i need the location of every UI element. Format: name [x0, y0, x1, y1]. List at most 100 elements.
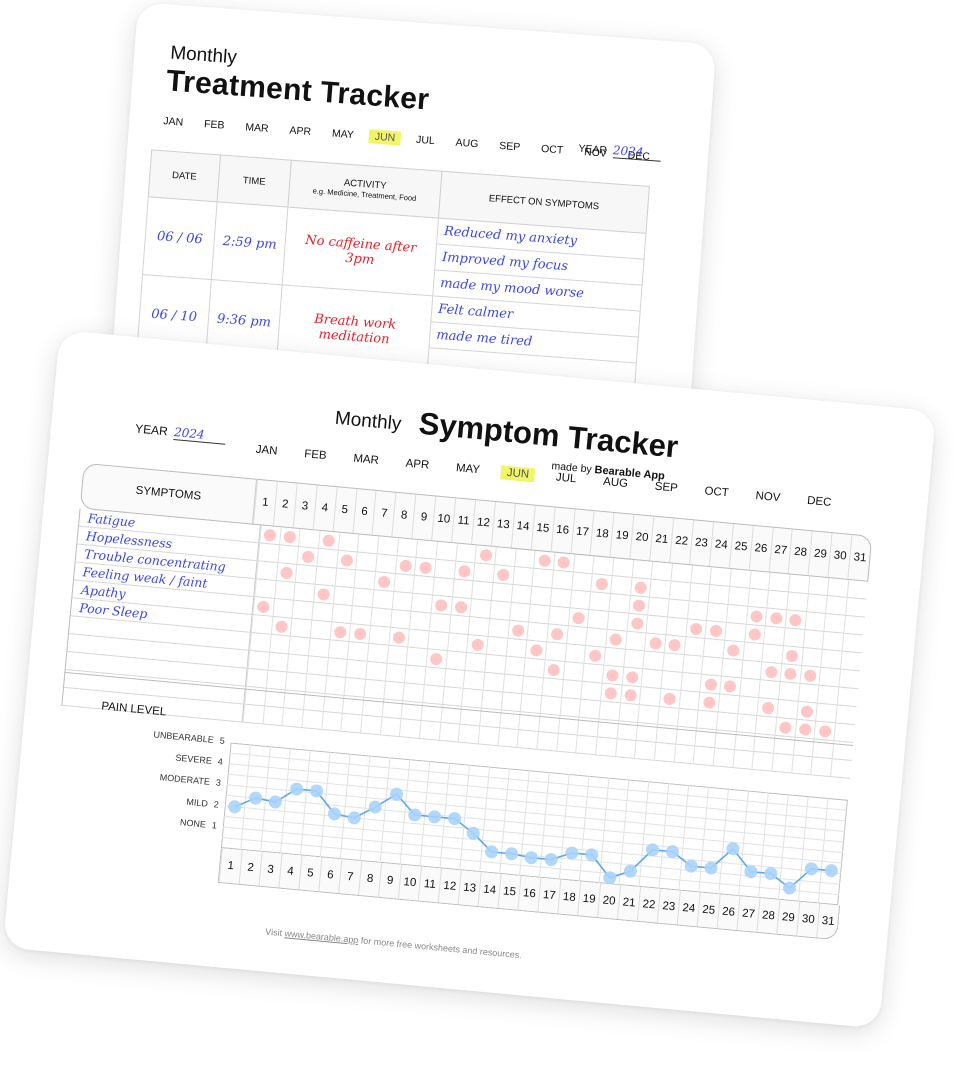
symptom-cell[interactable]	[327, 640, 349, 659]
symptom-cell[interactable]	[252, 597, 274, 616]
symptom-cell[interactable]	[512, 566, 534, 586]
symptom-cell[interactable]	[766, 590, 789, 610]
symptom-cell[interactable]	[778, 681, 800, 701]
symptom-cell[interactable]	[343, 677, 366, 697]
month-mar[interactable]: MAR	[239, 120, 275, 137]
symptom-cell[interactable]	[306, 656, 328, 676]
symptom-cell[interactable]	[461, 688, 483, 708]
symptom-cell[interactable]	[453, 561, 475, 581]
symptom-cell[interactable]	[564, 644, 586, 663]
symptom-cell[interactable]	[799, 665, 821, 685]
symptom-cell[interactable]	[368, 625, 390, 645]
symptom-year-value[interactable]: 2024	[173, 425, 227, 445]
symptom-cell[interactable]	[797, 683, 819, 703]
symptom-cell[interactable]	[815, 703, 837, 723]
symptom-cell[interactable]	[559, 697, 581, 717]
symptom-cell[interactable]	[311, 602, 333, 622]
symptom-cell[interactable]	[663, 635, 686, 654]
symptom-cell[interactable]	[650, 561, 673, 581]
symptom-cell[interactable]	[658, 689, 681, 708]
symptom-cell[interactable]	[295, 564, 317, 584]
symptom-cell[interactable]	[482, 672, 504, 692]
symptom-cell[interactable]	[756, 698, 779, 717]
symptom-cell[interactable]	[508, 602, 531, 622]
symptom-cell[interactable]	[539, 696, 561, 715]
symptom-cell[interactable]	[807, 576, 829, 596]
symptom-cell[interactable]	[729, 568, 751, 588]
symptom-cell[interactable]	[760, 662, 782, 681]
month-jan[interactable]: JAN	[249, 442, 284, 459]
symptom-cell[interactable]	[592, 556, 614, 576]
symptom-cell[interactable]	[598, 701, 620, 721]
symptom-cell[interactable]	[526, 622, 548, 642]
symptom-cell[interactable]	[386, 645, 408, 665]
symptom-cell[interactable]	[533, 550, 555, 570]
symptom-cell[interactable]	[776, 699, 798, 719]
symptom-cell[interactable]	[402, 683, 424, 703]
symptom-cell[interactable]	[546, 624, 568, 644]
symptom-cell[interactable]	[703, 638, 725, 658]
symptom-cell[interactable]	[683, 637, 705, 656]
symptom-cell[interactable]	[389, 609, 411, 629]
symptom-cell[interactable]	[365, 661, 387, 681]
symptom-cell[interactable]	[296, 546, 318, 566]
symptom-cell[interactable]	[570, 572, 593, 592]
symptom-cell[interactable]	[324, 676, 346, 695]
symptom-cell[interactable]	[572, 554, 594, 574]
symptom-cell[interactable]	[804, 612, 826, 631]
symptom-cell[interactable]	[489, 600, 511, 620]
symptom-cell[interactable]	[410, 593, 433, 613]
symptom-cell[interactable]	[528, 604, 550, 624]
symptom-cell[interactable]	[823, 613, 846, 633]
symptom-cell[interactable]	[569, 590, 591, 610]
symptom-cell[interactable]	[316, 548, 338, 568]
symptom-cell[interactable]	[788, 574, 810, 594]
symptom-cell[interactable]	[838, 669, 860, 689]
symptom-cell[interactable]	[466, 634, 488, 654]
month-jun[interactable]: JUN	[500, 465, 536, 483]
symptom-cell[interactable]	[430, 595, 452, 615]
symptom-cell[interactable]	[631, 559, 653, 579]
symptom-cell[interactable]	[309, 620, 331, 640]
symptom-cell[interactable]	[448, 615, 470, 634]
symptom-cell[interactable]	[463, 670, 485, 690]
symptom-cell[interactable]	[428, 613, 451, 633]
symptom-cell[interactable]	[781, 646, 803, 665]
symptom-cell[interactable]	[394, 556, 416, 575]
month-jul[interactable]: JUL	[549, 470, 583, 487]
symptom-cell[interactable]	[737, 696, 759, 716]
symptom-cell[interactable]	[376, 536, 398, 556]
symptom-cell[interactable]	[721, 658, 743, 678]
symptom-cell[interactable]	[553, 552, 575, 572]
entry-time[interactable]: 2:59 pm	[211, 201, 288, 285]
symptom-cell[interactable]	[254, 579, 276, 598]
month-apr[interactable]: APR	[399, 456, 436, 473]
symptom-cell[interactable]	[657, 706, 679, 726]
symptom-cell[interactable]	[590, 574, 612, 593]
symptom-cell[interactable]	[308, 638, 330, 658]
symptom-cell[interactable]	[487, 618, 509, 638]
symptom-cell[interactable]	[642, 651, 664, 671]
month-may[interactable]: MAY	[325, 126, 360, 142]
symptom-cell[interactable]	[513, 549, 536, 568]
symptom-cell[interactable]	[530, 586, 552, 606]
symptom-cell[interactable]	[611, 558, 633, 577]
symptom-cell[interactable]	[285, 672, 307, 692]
symptom-cell[interactable]	[727, 586, 749, 606]
symptom-cell[interactable]	[505, 638, 527, 658]
symptom-cell[interactable]	[250, 614, 273, 634]
symptom-cell[interactable]	[471, 581, 493, 600]
symptom-cell[interactable]	[676, 708, 699, 728]
symptom-cell[interactable]	[332, 586, 354, 606]
symptom-cell[interactable]	[464, 652, 486, 672]
symptom-cell[interactable]	[363, 679, 385, 699]
symptom-cell[interactable]	[606, 611, 628, 631]
symptom-cell[interactable]	[277, 545, 299, 564]
symptom-cell[interactable]	[603, 647, 625, 667]
symptom-cell[interactable]	[412, 575, 434, 595]
symptom-cell[interactable]	[580, 681, 602, 701]
symptom-cell[interactable]	[582, 663, 604, 683]
symptom-cell[interactable]	[272, 598, 294, 618]
symptom-cell[interactable]	[273, 580, 295, 600]
symptom-cell[interactable]	[698, 692, 720, 712]
